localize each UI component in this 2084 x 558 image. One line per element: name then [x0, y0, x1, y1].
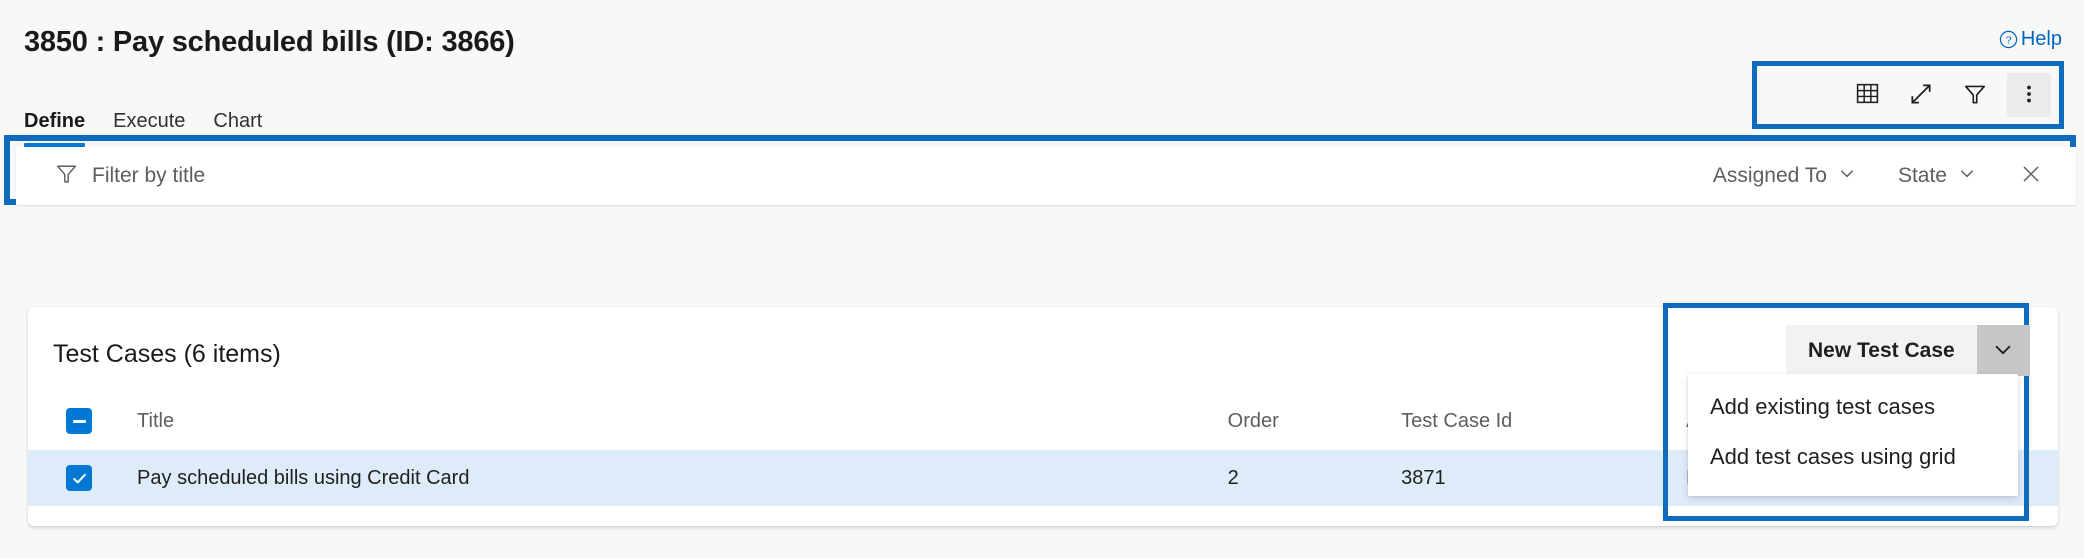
filter-input-wrapper [16, 147, 1707, 205]
column-header-test-case-id[interactable]: Test Case Id [1401, 392, 1686, 450]
chevron-down-icon [1838, 164, 1856, 188]
close-icon [2019, 162, 2043, 191]
help-circle-icon: ? [1999, 30, 2018, 49]
filter-bar: Assigned To State [16, 147, 2076, 205]
chevron-down-icon [1958, 164, 1976, 188]
row-order-cell: 2 [1227, 450, 1402, 506]
column-header-title-label: Title [137, 409, 175, 432]
toolbar-highlight-box [1752, 61, 2064, 129]
assigned-to-filter-label: Assigned To [1712, 164, 1827, 187]
more-options-button[interactable] [2007, 73, 2051, 117]
filter-bar-highlight-box: Assigned To State [4, 135, 2076, 205]
grid-view-icon [1855, 81, 1880, 109]
select-all-header [28, 392, 137, 450]
menu-item-add-existing-test-cases-label: Add existing test cases [1710, 394, 1936, 419]
toolbar [1757, 66, 2059, 124]
new-test-case-dropdown-menu: Add existing test cases Add test cases u… [1688, 374, 2018, 496]
column-header-test-case-id-label: Test Case Id [1401, 409, 1513, 432]
tab-chart-label: Chart [213, 110, 263, 132]
expand-icon [1908, 81, 1934, 110]
column-header-order[interactable]: Order [1228, 392, 1402, 450]
tab-execute-label: Execute [113, 110, 186, 132]
filter-funnel-icon [54, 161, 79, 191]
menu-item-add-test-cases-using-grid-label: Add test cases using grid [1710, 444, 1956, 469]
new-test-case-button[interactable]: New Test Case [1786, 325, 1977, 376]
row-order-label: 2 [1227, 466, 1239, 489]
test-cases-heading: Test Cases (6 items) [53, 340, 281, 368]
menu-item-add-test-cases-using-grid[interactable]: Add test cases using grid [1688, 432, 2018, 482]
row-title-label: Pay scheduled bills using Credit Card [137, 466, 470, 489]
column-header-order-label: Order [1227, 409, 1279, 432]
menu-item-add-existing-test-cases[interactable]: Add existing test cases [1688, 382, 2018, 432]
new-test-case-dropdown-toggle[interactable] [1976, 325, 2030, 376]
column-header-title[interactable]: Title [137, 392, 1228, 450]
page-title: 3850 : Pay scheduled bills (ID: 3866) [24, 26, 515, 58]
clear-filter-button[interactable] [2008, 153, 2054, 199]
chevron-down-icon [1992, 338, 2014, 363]
filter-by-title-input[interactable] [92, 164, 692, 188]
grid-view-button[interactable] [1845, 73, 1889, 117]
filter-toggle-button[interactable] [1953, 73, 1997, 117]
row-title-cell: Pay scheduled bills using Credit Card [137, 450, 1228, 506]
row-test-case-id-label: 3871 [1401, 466, 1446, 489]
filter-icon [1962, 81, 1988, 110]
row-checkbox[interactable] [66, 465, 92, 491]
help-label: Help [2020, 28, 2062, 50]
select-all-checkbox[interactable] [66, 408, 92, 434]
assigned-to-filter-dropdown[interactable]: Assigned To [1707, 156, 1862, 196]
row-test-case-id-cell: 3871 [1401, 450, 1687, 506]
row-select-cell [28, 450, 138, 506]
new-test-case-split-button: New Test Case [1786, 325, 2030, 376]
tab-define-label: Define [24, 110, 86, 132]
help-link[interactable]: ? Help [1999, 28, 2062, 51]
fullscreen-button[interactable] [1899, 73, 1943, 117]
state-filter-dropdown[interactable]: State [1892, 156, 1982, 196]
more-options-icon [2017, 82, 2041, 109]
svg-text:?: ? [2005, 36, 2011, 47]
state-filter-label: State [1897, 164, 1947, 187]
